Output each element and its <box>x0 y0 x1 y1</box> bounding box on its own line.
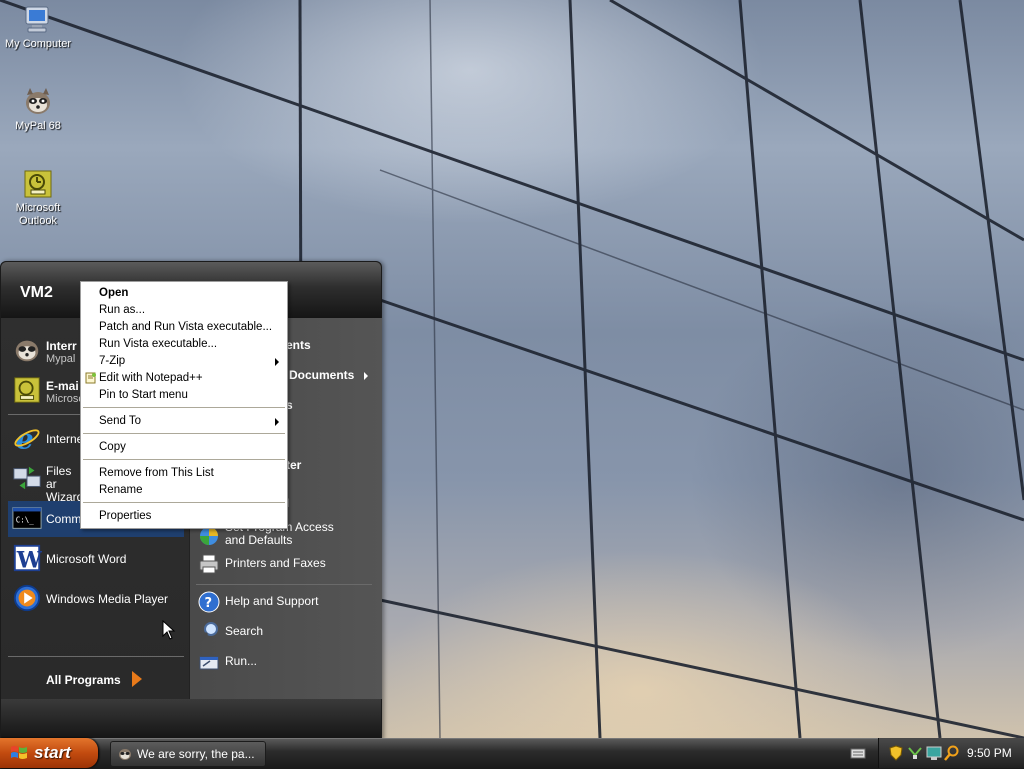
mypal-raccoon-icon <box>22 86 54 118</box>
keyboard-icon[interactable] <box>850 746 866 760</box>
svg-text:?: ? <box>205 596 213 611</box>
all-programs-button[interactable]: All Programs <box>40 667 150 691</box>
menu-item-properties[interactable]: Properties <box>82 508 286 525</box>
menu-item-label: 7-Zip <box>99 355 126 367</box>
start-menu-divider <box>196 584 372 585</box>
files-settings-transfer-icon <box>12 463 42 493</box>
start-item-subtitle: Microso <box>46 393 85 405</box>
mypal-raccoon-icon <box>117 746 133 762</box>
desktop-icon-label: MyPal 68 <box>15 120 61 132</box>
menu-separator <box>83 459 285 460</box>
start-item-word[interactable]: W Microsoft Word <box>8 541 184 577</box>
windows-logo-icon <box>10 745 28 761</box>
start-right-item-label: Printers and Faxes <box>225 556 326 570</box>
menu-item-run-vista[interactable]: Run Vista executable... <box>82 336 286 353</box>
clock[interactable]: 9:50 PM <box>967 746 1012 760</box>
menu-item-label: Edit with Notepad++ <box>99 372 203 384</box>
security-shield-icon[interactable] <box>888 745 904 761</box>
taskbar-window-label: We are sorry, the pa... <box>137 747 255 761</box>
desktop-icon-mypal[interactable]: MyPal 68 <box>0 86 76 133</box>
desktop-icon-label: My Computer <box>4 38 72 50</box>
outlook-icon <box>12 375 42 405</box>
search-icon[interactable] <box>944 745 960 761</box>
menu-item-7zip[interactable]: 7-Zip <box>82 353 286 370</box>
context-menu: Open Run as... Patch and Run Vista execu… <box>80 281 288 529</box>
my-computer-icon <box>22 4 54 36</box>
all-programs-label: All Programs <box>46 673 121 687</box>
start-right-item-help[interactable]: ? Help and Support <box>196 589 376 615</box>
printer-icon <box>198 553 220 575</box>
run-icon <box>198 651 220 673</box>
menu-item-edit-notepadpp[interactable]: Edit with Notepad++ <box>82 370 286 387</box>
command-prompt-icon: C:\_ <box>12 503 42 533</box>
user-name: VM2 <box>20 284 53 301</box>
arrow-right-icon <box>132 671 142 687</box>
menu-item-patch-run-vista[interactable]: Patch and Run Vista executable... <box>82 319 286 336</box>
start-right-item-printers[interactable]: Printers and Faxes <box>196 551 376 577</box>
start-item-label: Files ar Wizard <box>46 464 84 504</box>
start-item-title: E-mai <box>46 379 79 393</box>
start-item-media-player[interactable]: Windows Media Player <box>8 581 184 617</box>
submenu-arrow-icon <box>275 418 279 426</box>
word-icon: W <box>12 543 43 573</box>
start-right-item-label: ter <box>286 458 302 472</box>
svg-text:W: W <box>16 547 42 573</box>
menu-item-label: Open <box>99 287 129 299</box>
network-icon[interactable] <box>907 745 923 761</box>
start-right-item-search[interactable]: Search <box>196 619 376 645</box>
menu-item-label: Copy <box>99 441 126 453</box>
start-item-subtitle: Mypal <box>46 353 76 365</box>
menu-item-open[interactable]: Open <box>82 285 286 302</box>
media-player-icon <box>12 583 42 613</box>
start-right-item-label: Help and Support <box>225 594 319 608</box>
menu-item-label: Patch and Run Vista executable... <box>99 321 273 333</box>
outlook-icon <box>22 168 54 200</box>
menu-item-label: Pin to Start menu <box>99 389 188 401</box>
menu-item-send-to[interactable]: Send To <box>82 413 286 430</box>
menu-item-label: Rename <box>99 484 143 496</box>
notepad-plus-plus-icon <box>85 372 97 384</box>
menu-item-remove-from-list[interactable]: Remove from This List <box>82 465 286 482</box>
display-icon[interactable] <box>926 745 942 761</box>
desktop-icon-outlook[interactable]: Microsoft Outlook <box>0 168 76 228</box>
start-button[interactable]: start <box>0 738 98 768</box>
start-right-item-label: Search <box>225 624 264 638</box>
menu-separator <box>83 407 285 408</box>
search-icon <box>198 621 220 643</box>
svg-text:C:\_: C:\_ <box>16 516 35 525</box>
start-right-item-label: Run... <box>225 654 258 668</box>
mypal-raccoon-icon <box>12 335 42 365</box>
taskbar-window-button[interactable]: We are sorry, the pa... <box>110 741 266 767</box>
help-icon: ? <box>198 591 220 613</box>
menu-item-label: Remove from This List <box>99 467 214 479</box>
menu-item-label: Run as... <box>99 304 146 316</box>
mouse-cursor-icon <box>162 619 176 640</box>
start-button-label: start <box>34 743 71 762</box>
menu-item-label: Run Vista executable... <box>99 338 218 350</box>
start-item-label: Interne <box>46 432 84 446</box>
desktop-icon-label: Microsoft Outlook <box>15 202 61 227</box>
start-right-item-label: Documents <box>289 368 355 382</box>
menu-separator <box>83 502 285 503</box>
desktop-icon-my-computer[interactable]: My Computer <box>0 4 76 51</box>
start-menu-footer <box>1 699 381 739</box>
start-right-item-run[interactable]: Run... <box>196 649 376 675</box>
menu-item-label: Send To <box>99 415 141 427</box>
start-item-label: Windows Media Player <box>46 592 169 606</box>
start-menu-divider <box>8 656 184 657</box>
start-item-title: Interr <box>46 339 77 353</box>
start-item-label: Microsoft Word <box>46 552 127 566</box>
menu-item-pin-start[interactable]: Pin to Start menu <box>82 387 286 404</box>
menu-item-copy[interactable]: Copy <box>82 439 286 456</box>
submenu-arrow-icon <box>275 358 279 366</box>
chevron-right-icon <box>364 372 368 380</box>
menu-item-label: Properties <box>99 510 152 522</box>
menu-item-run-as[interactable]: Run as... <box>82 302 286 319</box>
menu-separator <box>83 433 285 434</box>
internet-explorer-icon: e <box>12 422 42 455</box>
start-right-item-label: ents <box>286 338 311 352</box>
menu-item-rename[interactable]: Rename <box>82 482 286 499</box>
